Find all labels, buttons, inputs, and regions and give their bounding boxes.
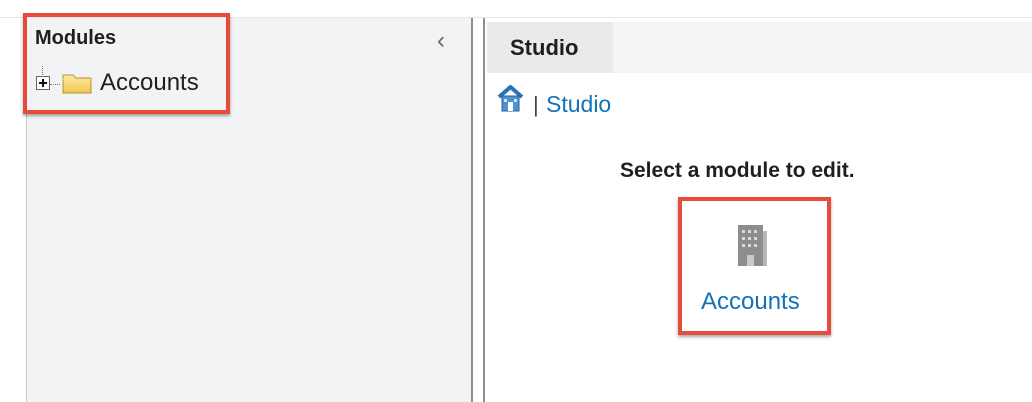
tab-strip — [613, 22, 1032, 73]
breadcrumb-separator: | — [533, 92, 539, 117]
panel-splitter[interactable] — [471, 18, 485, 402]
modules-title: Modules — [35, 27, 117, 49]
collapse-chevron-icon[interactable]: ‹ — [432, 29, 450, 53]
instruction-text: Select a module to edit. — [620, 159, 855, 182]
breadcrumb-studio-link[interactable]: Studio — [546, 91, 611, 118]
tree-label-accounts[interactable]: Accounts — [100, 69, 199, 97]
building-icon[interactable] — [734, 221, 770, 271]
tree-line-horizontal — [50, 84, 60, 85]
accounts-module-link[interactable]: Accounts — [701, 288, 800, 316]
home-icon[interactable] — [495, 82, 526, 116]
tree-line-vertical — [42, 66, 43, 75]
tab-studio-label: Studio — [510, 35, 579, 60]
folder-icon — [62, 74, 92, 94]
plus-square-icon[interactable] — [36, 76, 50, 90]
